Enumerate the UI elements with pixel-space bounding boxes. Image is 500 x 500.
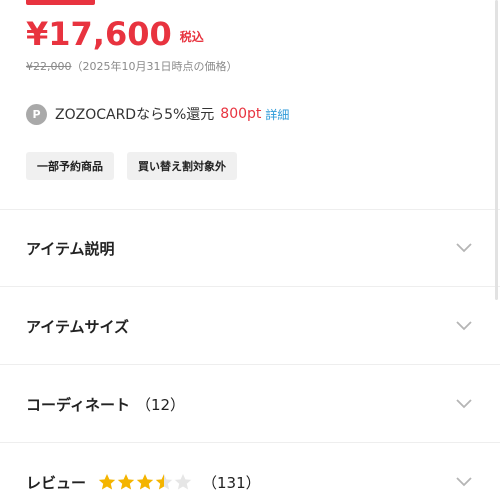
point-amount: 800pt [220, 106, 262, 122]
star-icon [136, 474, 154, 490]
zozocard-row: P ZOZOCARDなら5%還元 800pt 詳細 [26, 102, 289, 126]
star-icon [98, 474, 116, 490]
chevron-down-icon [456, 243, 472, 253]
zozocard-text: ZOZOCARDなら5%還元 [55, 107, 215, 123]
scrollbar[interactable] [495, 0, 498, 300]
tag-trade-in-excluded: 買い替え割対象外 [127, 152, 237, 180]
accordion-title: アイテム説明 [26, 239, 115, 258]
accordion-item-coordinate[interactable]: コーディネート （12） [0, 366, 500, 443]
accordion-item-description[interactable]: アイテム説明 [0, 210, 500, 287]
star-icon [174, 474, 192, 490]
tag-list: 一部予約商品 買い替え割対象外 [26, 152, 237, 180]
chevron-down-icon [456, 477, 472, 487]
coordinate-count: （12） [135, 395, 186, 414]
accordion-title: アイテムサイズ [26, 317, 130, 336]
price-row: ¥17,600 税込 [26, 12, 204, 52]
accordion-item-size[interactable]: アイテムサイズ [0, 288, 500, 365]
detail-link[interactable]: 詳細 [265, 106, 289, 123]
tag-partial-preorder: 一部予約商品 [26, 152, 114, 180]
sale-badge [26, 0, 95, 5]
star-icon [117, 474, 135, 490]
chevron-down-icon [456, 321, 472, 331]
original-price-row: ¥22,000（2025年10月31日時点の価格） [26, 58, 238, 74]
original-price: ¥22,000 [26, 60, 72, 73]
review-count: （131） [202, 473, 261, 492]
current-price: ¥17,600 [26, 15, 172, 53]
star-icon [155, 474, 173, 490]
chevron-down-icon [456, 399, 472, 409]
accordion-title: コーディネート [26, 395, 130, 414]
point-badge-icon: P [26, 103, 47, 125]
accordion-item-review[interactable]: レビュー （131） [0, 444, 500, 500]
tax-label: 税込 [179, 30, 204, 44]
rating-stars [98, 473, 192, 491]
original-price-note: （2025年10月31日時点の価格） [71, 60, 238, 73]
accordion-title: レビュー [26, 473, 87, 492]
